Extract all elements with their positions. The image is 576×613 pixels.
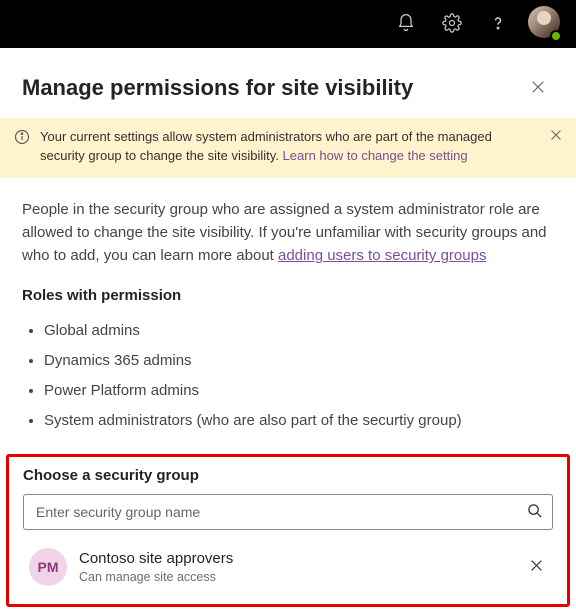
info-learn-link[interactable]: Learn how to change the setting	[283, 148, 468, 163]
bell-icon	[396, 13, 416, 36]
group-name: Contoso site approvers	[79, 550, 512, 569]
role-item: Power Platform admins	[44, 376, 554, 406]
security-group-search[interactable]	[23, 494, 553, 530]
highlight-box: Choose a security group PM Contoso site …	[6, 454, 570, 607]
choose-group-heading: Choose a security group	[23, 467, 553, 484]
info-icon	[14, 129, 30, 148]
role-item: System administrators (who are also part…	[44, 406, 554, 436]
security-group-input[interactable]	[36, 504, 527, 520]
adding-users-link[interactable]: adding users to security groups	[278, 247, 486, 264]
roles-list: Global admins Dynamics 365 admins Power …	[0, 310, 576, 446]
help-button[interactable]	[478, 4, 518, 44]
description-text: People in the security group who are ass…	[0, 178, 576, 268]
gear-icon	[442, 13, 462, 36]
dismiss-info-button[interactable]	[550, 128, 562, 144]
group-avatar: PM	[29, 548, 67, 586]
panel-title: Manage permissions for site visibility	[22, 75, 413, 101]
top-app-bar	[0, 0, 576, 48]
panel-header: Manage permissions for site visibility	[0, 48, 576, 118]
question-icon	[488, 13, 508, 36]
group-text: Contoso site approvers Can manage site a…	[79, 550, 512, 585]
info-message-bar: Your current settings allow system admin…	[0, 118, 576, 178]
group-subtitle: Can manage site access	[79, 569, 512, 585]
close-icon	[531, 80, 545, 97]
panel: Manage permissions for site visibility Y…	[0, 48, 576, 607]
role-item: Global admins	[44, 316, 554, 346]
role-item: Dynamics 365 admins	[44, 346, 554, 376]
selected-group-row: PM Contoso site approvers Can manage sit…	[23, 546, 553, 588]
close-icon	[550, 128, 562, 144]
search-icon	[527, 503, 542, 521]
close-icon	[530, 559, 543, 575]
remove-group-button[interactable]	[524, 553, 549, 581]
close-panel-button[interactable]	[522, 72, 554, 104]
settings-button[interactable]	[432, 4, 472, 44]
account-button[interactable]	[528, 6, 564, 42]
presence-indicator	[550, 30, 562, 42]
notifications-button[interactable]	[386, 4, 426, 44]
info-text: Your current settings allow system admin…	[40, 128, 540, 166]
roles-heading: Roles with permission	[0, 267, 576, 310]
